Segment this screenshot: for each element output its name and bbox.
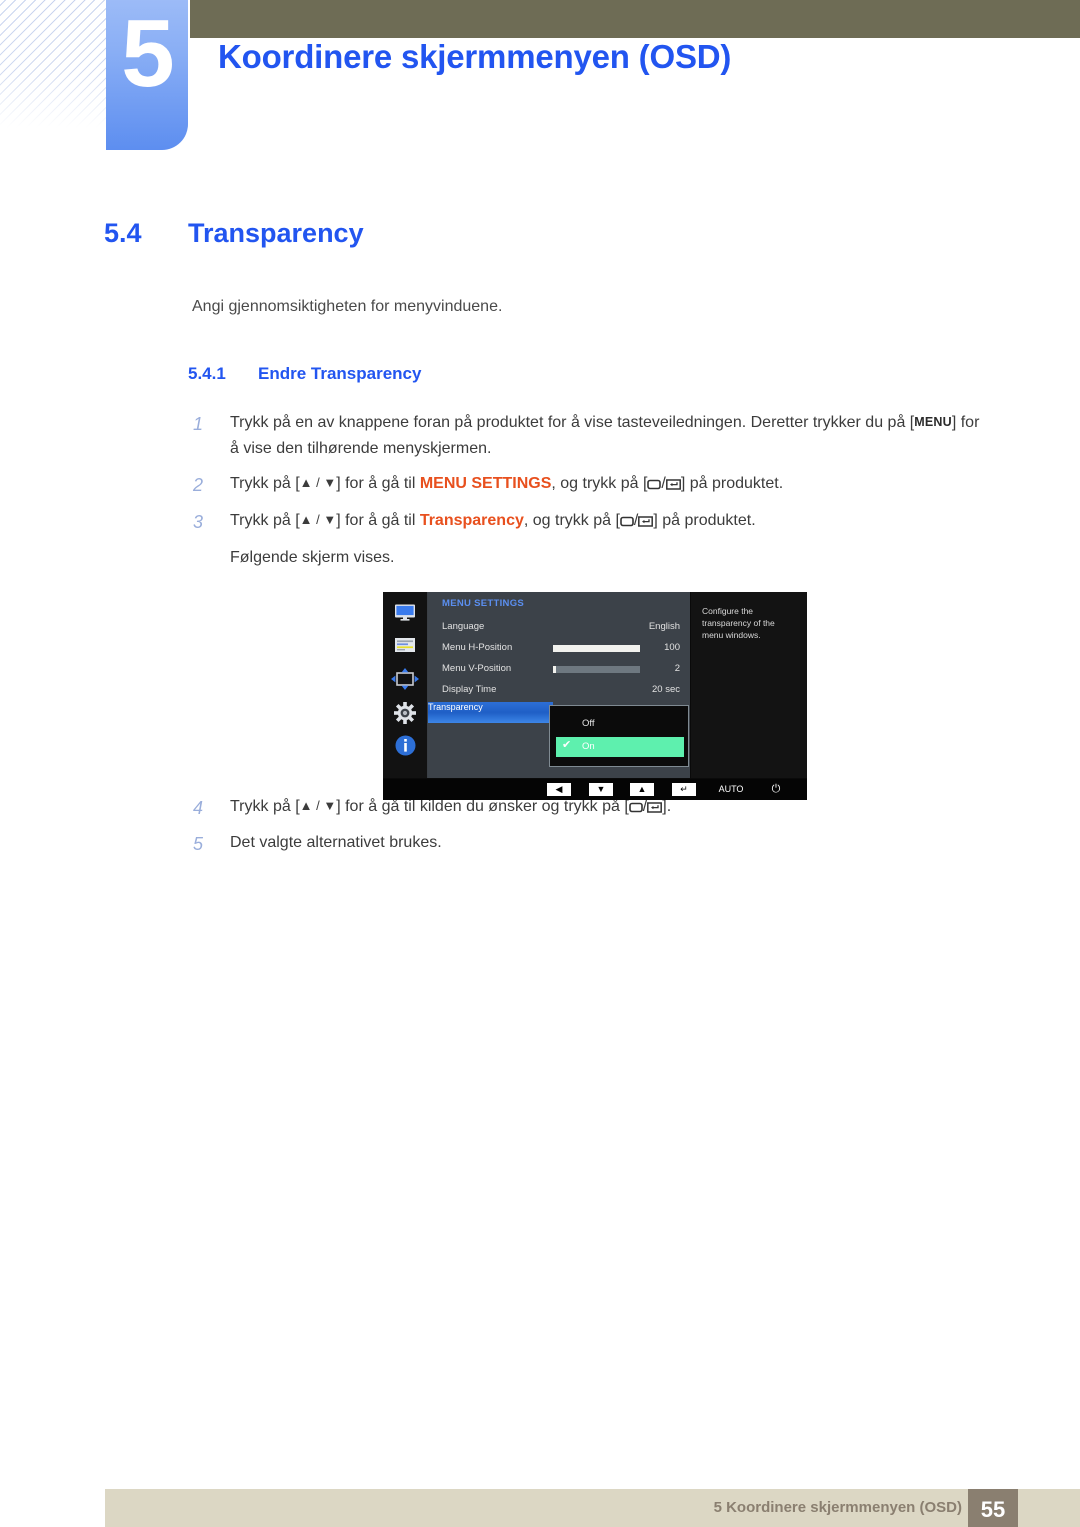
- chapter-number: 5: [121, 0, 174, 107]
- step-number: 5: [193, 834, 204, 855]
- option-label: Off: [582, 718, 595, 729]
- step-text: Det valgte alternativet brukes.: [230, 834, 442, 852]
- step-text: Trykk på [: [230, 474, 300, 492]
- osd-help-text: Configure the transparency of the menu w…: [702, 606, 775, 641]
- source-key-icon: [620, 510, 634, 536]
- section-description: Angi gjennomsiktigheten for menyvinduene…: [192, 298, 503, 315]
- transparency-dropdown: Off ✔ On: [549, 705, 689, 767]
- step-text-cont: ] for å gå til kilden du ønsker og trykk…: [336, 797, 629, 815]
- osd-left-key[interactable]: ◀: [544, 783, 574, 796]
- row-label: Transparency: [428, 702, 483, 712]
- osd-down-key[interactable]: ▼: [586, 783, 616, 796]
- osd-row-display-time[interactable]: Display Time 20 sec: [428, 680, 690, 701]
- osd-row-transparency[interactable]: Transparency: [428, 702, 553, 723]
- menu-key-glyph: MENU: [914, 415, 952, 429]
- up-down-arrows-icon: ▲ / ▼: [299, 511, 337, 527]
- step-text-cont2: , og trykk på [: [523, 511, 620, 529]
- h-position-slider[interactable]: [553, 645, 640, 652]
- transparency-highlight: Transparency: [419, 511, 524, 529]
- row-label: Language: [442, 621, 485, 632]
- step-text-cont: ] for å gå til: [336, 511, 420, 529]
- step-number: 4: [193, 797, 204, 818]
- dropdown-option-off[interactable]: Off: [556, 714, 684, 734]
- dropdown-option-on[interactable]: ✔ On: [556, 737, 684, 757]
- step-text-cont3: ].: [662, 797, 672, 815]
- row-label: Display Time: [442, 684, 497, 695]
- position-arrows-icon[interactable]: [383, 668, 427, 692]
- source-key-icon: [647, 473, 662, 499]
- menu-settings-highlight: MENU SETTINGS: [419, 474, 552, 492]
- section-title: Transparency: [188, 218, 364, 248]
- info-icon[interactable]: [383, 735, 427, 758]
- row-label: Menu H-Position: [442, 642, 513, 653]
- enter-key-icon: [665, 473, 681, 499]
- osd-key-guide-bar: ◀ ▼ ▲ ↵ AUTO ⏻: [383, 779, 807, 800]
- step-3: 3 Trykk på [▲ / ▼] for å gå til Transpare…: [190, 508, 990, 536]
- monitor-icon[interactable]: [383, 604, 427, 623]
- osd-sidebar: [383, 592, 428, 778]
- v-position-slider[interactable]: [553, 666, 640, 673]
- step-2: 2 Trykk på [▲ / ▼] for å gå til MENU SETT…: [190, 471, 990, 499]
- osd-power-key[interactable]: ⏻: [761, 783, 791, 796]
- picture-list-icon[interactable]: [383, 637, 427, 655]
- osd-up-key[interactable]: ▲: [627, 783, 657, 796]
- osd-menu-title: MENU SETTINGS: [442, 598, 525, 609]
- check-icon: ✔: [562, 739, 572, 751]
- row-label: Menu V-Position: [442, 663, 512, 674]
- step-text-cont: ] for å gå til: [336, 474, 420, 492]
- osd-auto-key[interactable]: AUTO: [711, 783, 751, 796]
- page-number: 55: [980, 1497, 1006, 1522]
- step-number: 2: [193, 474, 204, 495]
- step-number: 1: [193, 414, 204, 434]
- step-text: Trykk på en av knappene foran på produkt…: [230, 414, 915, 431]
- gear-icon[interactable]: [383, 702, 427, 726]
- enter-key-icon: [638, 510, 654, 536]
- osd-screenshot: MENU SETTINGS Language English Menu H-Po…: [383, 592, 807, 800]
- step-1: 1 Trykk på en av knappene foran på produk…: [190, 410, 990, 462]
- subsection-title: Endre Transparency: [258, 364, 422, 383]
- header-stripe-pattern: [0, 0, 106, 128]
- row-value: English: [648, 621, 680, 632]
- step-3-subtext: Følgende skjerm vises.: [230, 548, 395, 566]
- option-label: On: [582, 741, 595, 752]
- page-number-box: 55: [968, 1489, 1018, 1527]
- row-value: 100: [664, 642, 680, 653]
- osd-help-panel: Configure the transparency of the menu w…: [691, 592, 807, 778]
- chapter-tab: 5: [106, 0, 188, 150]
- chapter-title: Koordinere skjermmenyen (OSD): [218, 38, 732, 75]
- step-text-cont2: , og trykk på [: [551, 474, 648, 492]
- step-5: 5 Det valgte alternativet brukes.: [190, 830, 990, 856]
- step-text-cont3: ] på produktet.: [653, 511, 756, 529]
- osd-row-language[interactable]: Language English: [428, 617, 690, 638]
- osd-row-menu-v-position[interactable]: Menu V-Position 2: [428, 659, 690, 680]
- row-value: 20 sec: [652, 684, 680, 695]
- step-number: 3: [193, 511, 204, 532]
- osd-enter-key[interactable]: ↵: [669, 783, 699, 796]
- step-text-cont3: ] på produktet.: [680, 474, 784, 492]
- subsection-number: 5.4.1: [188, 364, 226, 383]
- footer-text: 5 Koordinere skjermmenyen (OSD): [713, 1499, 962, 1516]
- step-text: Trykk på [: [230, 797, 300, 815]
- section-number: 5.4: [104, 218, 142, 248]
- step-text: Trykk på [: [230, 511, 300, 529]
- osd-row-menu-h-position[interactable]: Menu H-Position 100: [428, 638, 690, 659]
- up-down-arrows-icon: ▲ / ▼: [299, 797, 337, 813]
- up-down-arrows-icon: ▲ / ▼: [299, 474, 337, 490]
- header-olive-bar: [190, 0, 1080, 38]
- row-value: 2: [674, 663, 680, 674]
